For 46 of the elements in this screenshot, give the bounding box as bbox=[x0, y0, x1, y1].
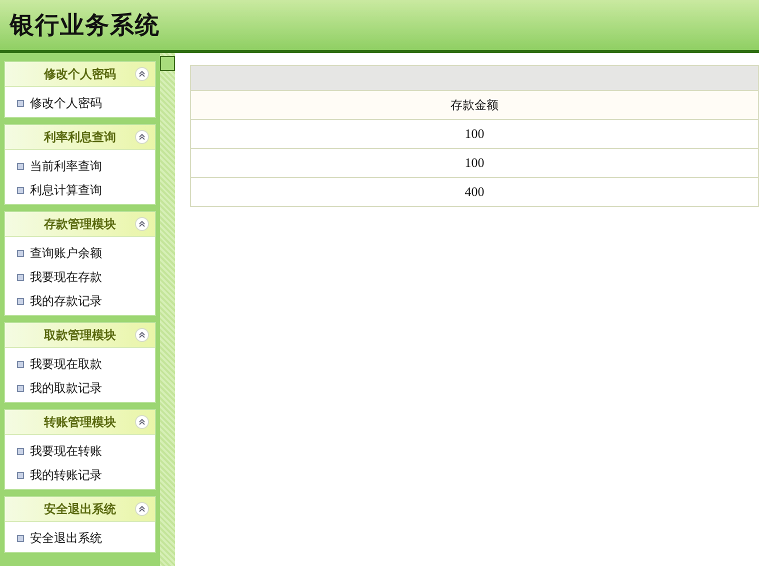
table-cell: 100 bbox=[190, 120, 758, 148]
collapse-icon[interactable] bbox=[135, 415, 149, 429]
menu-link[interactable]: 安全退出系统 bbox=[5, 526, 155, 550]
bullet-icon bbox=[17, 100, 24, 106]
collapse-icon[interactable] bbox=[135, 67, 149, 81]
collapse-sidebar-button[interactable] bbox=[160, 56, 175, 71]
collapse-icon[interactable] bbox=[135, 502, 149, 516]
panel-header[interactable]: 转账管理模块 bbox=[5, 410, 155, 435]
panel-header[interactable]: 修改个人密码 bbox=[5, 62, 155, 87]
bullet-icon bbox=[17, 360, 24, 368]
column-header: 存款金额 bbox=[190, 90, 758, 120]
menu-link[interactable]: 我的存款记录 bbox=[5, 289, 155, 313]
bullet-icon bbox=[17, 274, 24, 280]
panel-title: 修改个人密码 bbox=[44, 66, 116, 82]
menu-link[interactable]: 我要现在取款 bbox=[5, 352, 155, 376]
panel-header[interactable]: 利率利息查询 bbox=[5, 125, 155, 150]
panel-header[interactable]: 安全退出系统 bbox=[5, 497, 155, 522]
bullet-icon bbox=[17, 534, 24, 542]
bullet-icon bbox=[17, 250, 24, 256]
menu-link[interactable]: 我的取款记录 bbox=[5, 376, 155, 400]
table-cell: 100 bbox=[190, 148, 758, 178]
bullet-icon bbox=[17, 472, 24, 478]
bullet-icon bbox=[17, 384, 24, 392]
collapse-icon[interactable] bbox=[135, 130, 149, 144]
menu-link[interactable]: 当前利率查询 bbox=[5, 154, 155, 178]
menu-link[interactable]: 我要现在转账 bbox=[5, 439, 155, 463]
panel-title: 安全退出系统 bbox=[44, 500, 116, 518]
table-cell: 400 bbox=[190, 178, 758, 206]
menu-link[interactable]: 利息计算查询 bbox=[5, 178, 155, 202]
panel-title: 利率利息查询 bbox=[44, 128, 116, 146]
bullet-icon bbox=[17, 162, 24, 170]
bullet-icon bbox=[17, 186, 24, 194]
collapse-icon[interactable] bbox=[135, 328, 149, 342]
menu-link[interactable]: 我要现在存款 bbox=[5, 265, 155, 289]
bullet-icon bbox=[17, 448, 24, 454]
app-title: 银行业务系统 bbox=[10, 10, 160, 41]
panel-title: 转账管理模块 bbox=[44, 414, 116, 430]
bullet-icon bbox=[17, 298, 24, 304]
menu-link[interactable]: 我的转账记录 bbox=[5, 463, 155, 487]
panel-title: 存款管理模块 bbox=[44, 216, 116, 232]
panel-header[interactable]: 存款管理模块 bbox=[5, 212, 155, 237]
menu-link[interactable]: 修改个人密码 bbox=[5, 91, 155, 115]
collapse-icon[interactable] bbox=[135, 217, 149, 231]
menu-link[interactable]: 查询账户余额 bbox=[5, 241, 155, 265]
panel-header[interactable]: 取款管理模块 bbox=[5, 323, 155, 348]
panel-title: 取款管理模块 bbox=[44, 326, 116, 344]
